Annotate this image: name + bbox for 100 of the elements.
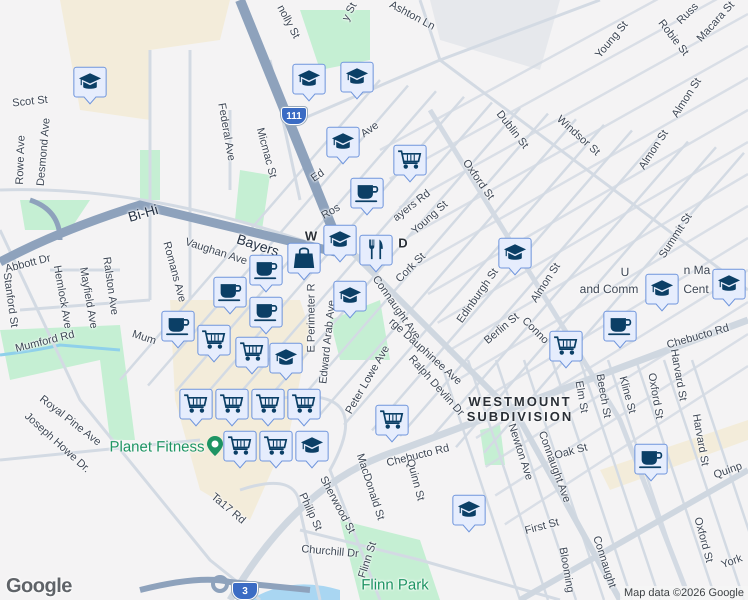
location-pin-icon[interactable] [207,436,223,456]
park-label: Flinn Park [361,576,429,594]
street-label: Churchill Dr [300,543,360,560]
street-label: nolly St [274,3,302,41]
roundabout [211,575,229,593]
street-label: Harvard St [667,348,689,402]
street-label: Blooming [556,546,576,594]
cart-marker[interactable] [215,388,249,428]
cart-marker[interactable] [259,430,293,470]
street-label: Ralston Ave [100,256,120,316]
park-area [235,170,270,230]
cup-marker[interactable] [603,310,637,350]
street-label: Hemlock Ave [50,264,74,330]
street-label: Newton Ave [504,422,536,482]
place-label: U [620,266,630,280]
street-label: Ave [358,119,382,141]
street-label: Oxford St [644,372,666,420]
school-marker[interactable] [292,63,326,103]
graduation-cap-icon [338,287,362,303]
coffee-cup-icon [254,304,278,322]
place-label: Cent [683,283,709,297]
street-label: y St [340,0,360,24]
street-label: Bi-Hi [126,201,160,225]
shopping-cart-icon [220,394,244,413]
place-label: n Ma [684,264,710,278]
school-marker[interactable] [295,430,329,470]
cup-marker[interactable] [249,296,283,336]
street-label: Mayfield Ave [76,266,100,330]
shopping-bag-icon [294,248,314,268]
school-marker[interactable] [269,342,303,382]
cart-marker[interactable] [251,388,285,428]
restaurant-marker[interactable] [359,234,393,274]
street-label: Ed [308,166,328,186]
school-marker[interactable] [73,66,107,106]
street-label: E Perimeter R [306,283,318,353]
shopping-cart-icon [184,394,208,413]
school-marker[interactable] [645,273,679,313]
cup-marker[interactable] [213,276,247,316]
cup-marker[interactable] [161,310,195,350]
cart-marker[interactable] [393,144,427,184]
place-label: and Comm [580,283,638,297]
street-label: Kline St [616,375,638,415]
street-label: Mumford Rd [14,328,76,356]
graduation-cap-icon [78,73,102,89]
street-label: Oxford St [690,516,716,564]
school-marker[interactable] [712,268,746,308]
street-label: Romans Ave [160,240,188,304]
graduation-cap-icon [328,231,352,247]
district-label: WESTMOUNT SUBDIVISION [466,395,574,424]
street-label: Mum [130,328,158,348]
cart-marker[interactable] [375,404,409,444]
cart-marker[interactable] [235,336,269,376]
cart-marker[interactable] [197,324,231,364]
graduation-cap-icon [274,349,298,365]
graduation-cap-icon [298,70,320,86]
street-label: Scot St [12,94,48,110]
school-marker[interactable] [452,494,486,534]
street-label: Desmond Ave [34,117,54,187]
graduation-cap-icon [458,501,480,517]
cup-marker[interactable] [350,177,384,217]
graduation-cap-icon [650,280,674,296]
school-marker[interactable] [326,126,360,166]
street-label: Harvard St [689,413,711,467]
coffee-cup-icon [254,262,278,280]
map-logo: Google [6,575,72,598]
street-label: Micmac St [253,126,279,180]
coffee-cup-icon [218,284,242,302]
graduation-cap-icon [346,68,368,84]
coffee-cup-icon [166,318,190,336]
street-label: York [720,552,744,572]
coffee-cup-icon [355,185,378,202]
shopping-cart-icon [256,394,280,413]
school-marker[interactable] [333,280,367,320]
cart-marker[interactable] [179,388,213,428]
school-marker[interactable] [498,237,532,277]
street-label: Ros [319,202,343,222]
street-label: First St [524,516,560,538]
coffee-cup-icon [608,318,632,336]
bag-marker[interactable] [287,242,321,282]
cart-marker[interactable] [223,430,257,470]
cart-marker[interactable] [549,330,583,370]
map-attribution: Map data ©2026 Google [620,586,748,600]
cup-marker[interactable] [634,443,668,483]
school-marker[interactable] [340,61,374,101]
coffee-cup-icon [639,451,662,468]
street-label: Beech St [592,372,614,420]
street-label: Philip St [296,491,324,533]
street-label: Elm St [572,380,590,414]
cup-marker[interactable] [249,254,283,294]
graduation-cap-icon [504,244,526,260]
fork-knife-icon [369,240,383,260]
street-label: Rowe Ave [14,135,28,185]
cart-marker[interactable] [287,388,321,428]
street-label: Stanford St [0,272,20,328]
street-label: Quinp [712,460,744,482]
shopping-cart-icon [264,436,288,455]
graduation-cap-icon [300,437,324,453]
school-marker[interactable] [323,224,357,264]
shopping-cart-icon [202,330,226,349]
shopping-cart-icon [398,150,422,169]
